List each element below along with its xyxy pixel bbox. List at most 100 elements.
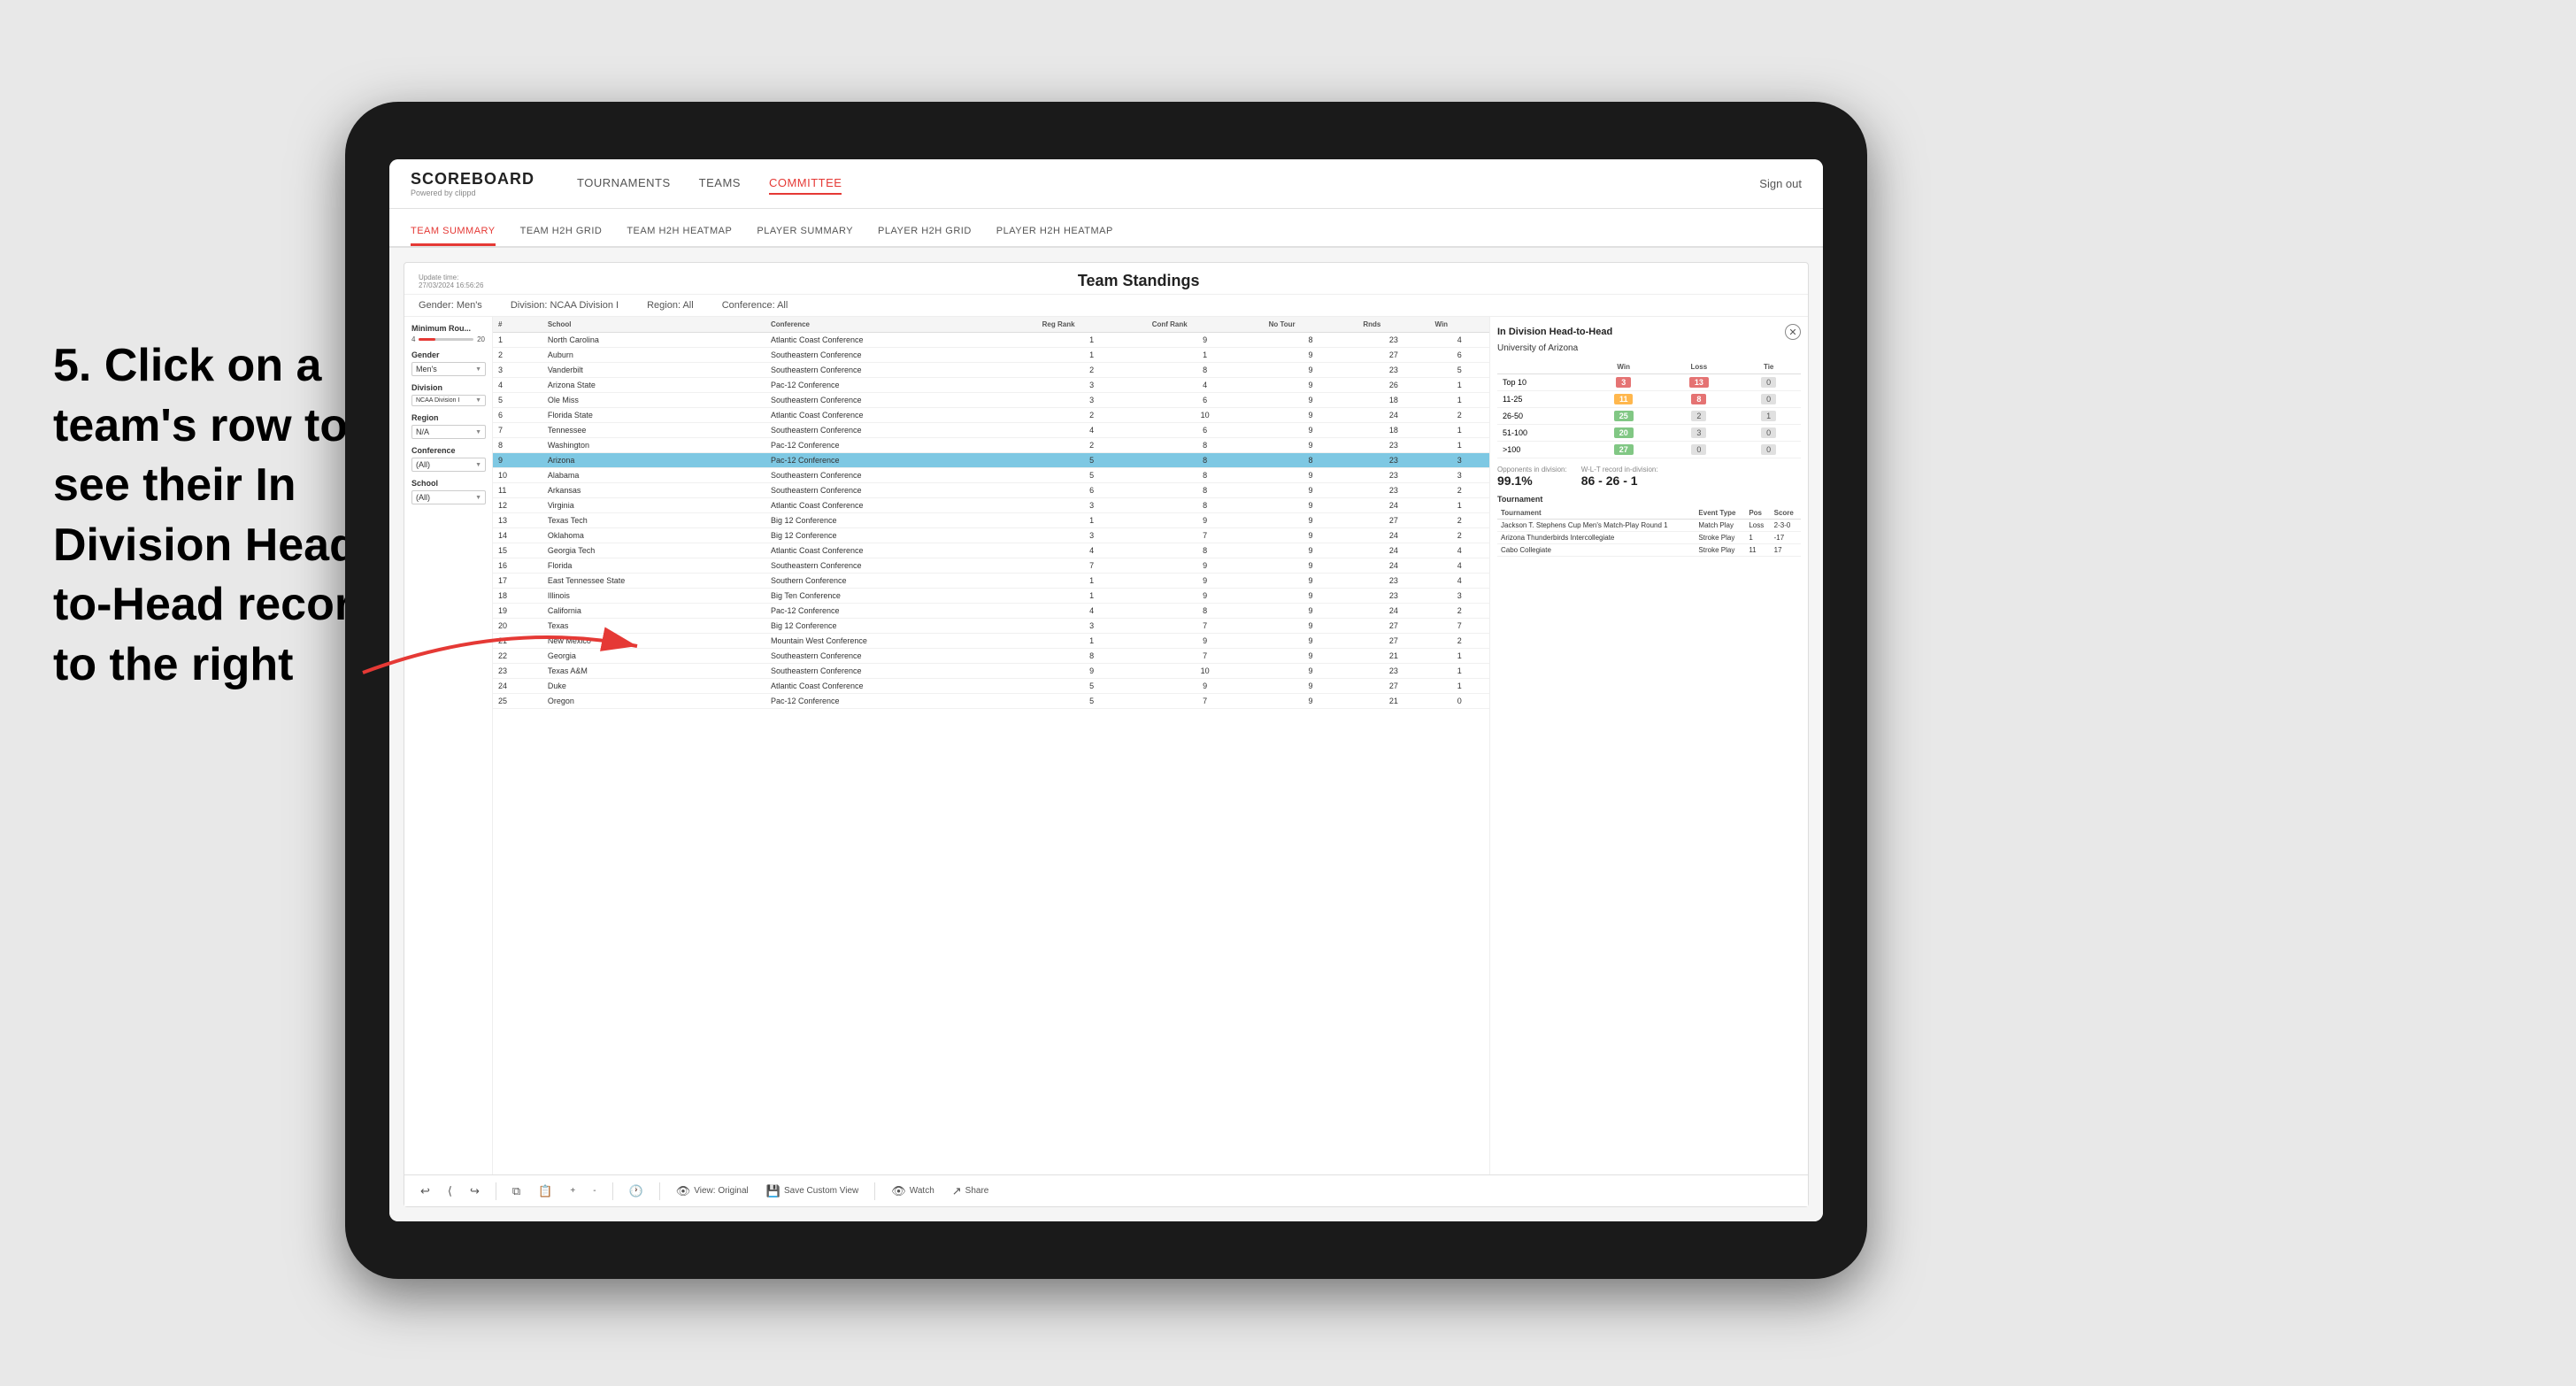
nav-item-tournaments[interactable]: TOURNAMENTS: [577, 173, 671, 195]
bottom-toolbar: ↩ ⟨ ↪ ⧉ 📋: [404, 1174, 1808, 1206]
panel-body: Minimum Rou... 4 20 Gender Men: [404, 317, 1808, 1174]
table-row[interactable]: 5 Ole Miss Southeastern Conference 3 6 9…: [493, 393, 1489, 408]
watch-button[interactable]: 👁 Watch: [886, 1182, 939, 1201]
clock-button[interactable]: 🕐: [624, 1182, 649, 1201]
step-back-icon: ⟨: [448, 1184, 452, 1198]
gender-filter[interactable]: Gender Men's ▼: [411, 350, 485, 376]
nav-items: TOURNAMENTS TEAMS COMMITTEE: [577, 173, 1731, 195]
sidebar-filters: Minimum Rou... 4 20 Gender Men: [404, 317, 493, 1174]
paste-button[interactable]: 📋: [533, 1182, 557, 1201]
copy-button[interactable]: ⧉: [507, 1182, 526, 1201]
undo-button[interactable]: ↩: [415, 1182, 435, 1201]
tournament-table: Tournament Event Type Pos Score: [1497, 507, 1801, 557]
table-row[interactable]: 8 Washington Pac-12 Conference 2 8 9 23 …: [493, 438, 1489, 453]
h2h-stats: Opponents in division: 99.1% W-L-T recor…: [1497, 466, 1801, 488]
share-button[interactable]: ↗ Share: [947, 1182, 995, 1201]
sub-nav-player-summary[interactable]: PLAYER SUMMARY: [757, 219, 853, 246]
sub-nav-team-h2h-heatmap[interactable]: TEAM H2H HEATMAP: [627, 219, 732, 246]
main-content: Update time: 27/03/2024 16:56:26 Team St…: [389, 248, 1823, 1221]
step-back-button[interactable]: ⟨: [442, 1182, 458, 1201]
table-row[interactable]: 2 Auburn Southeastern Conference 1 1 9 2…: [493, 348, 1489, 363]
table-area: # School Conference Reg Rank Conf Rank N…: [493, 317, 1489, 1174]
add-button[interactable]: +: [565, 1183, 581, 1198]
h2h-header: In Division Head-to-Head ✕: [1497, 324, 1801, 340]
h2h-close-button[interactable]: ✕: [1785, 324, 1801, 340]
col-win: Win: [1429, 317, 1489, 333]
tournament-row-2: Arizona Thunderbirds Intercollegiate Str…: [1497, 532, 1801, 544]
table-row[interactable]: 18 Illinois Big Ten Conference 1 9 9 23 …: [493, 589, 1489, 604]
tournament-row-1: Jackson T. Stephens Cup Men's Match-Play…: [1497, 520, 1801, 532]
sub-nav: TEAM SUMMARY TEAM H2H GRID TEAM H2H HEAT…: [389, 209, 1823, 248]
update-time-label: Update time: 27/03/2024 16:56:26: [419, 273, 483, 289]
table-row[interactable]: 9 Arizona Pac-12 Conference 5 8 8 23 3: [493, 453, 1489, 468]
table-row[interactable]: 17 East Tennessee State Southern Confere…: [493, 574, 1489, 589]
table-row[interactable]: 7 Tennessee Southeastern Conference 4 6 …: [493, 423, 1489, 438]
h2h-row-top10: Top 10 3 13 0: [1497, 374, 1801, 391]
table-row[interactable]: 10 Alabama Southeastern Conference 5 8 9…: [493, 468, 1489, 483]
table-row[interactable]: 11 Arkansas Southeastern Conference 6 8 …: [493, 483, 1489, 498]
sign-out-button[interactable]: Sign out: [1759, 177, 1802, 190]
school-filter[interactable]: School (All) ▼: [411, 479, 485, 504]
table-row[interactable]: 1 North Carolina Atlantic Coast Conferen…: [493, 333, 1489, 348]
h2h-title: In Division Head-to-Head: [1497, 327, 1612, 337]
table-row[interactable]: 15 Georgia Tech Atlantic Coast Conferenc…: [493, 543, 1489, 558]
save-custom-view-button[interactable]: 💾 Save Custom View: [761, 1182, 864, 1201]
share-icon: ↗: [952, 1184, 962, 1198]
opponents-label: Opponents in division:: [1497, 466, 1567, 474]
sub-nav-player-h2h-heatmap[interactable]: PLAYER H2H HEATMAP: [996, 219, 1113, 246]
table-row[interactable]: 25 Oregon Pac-12 Conference 5 7 9 21 0: [493, 694, 1489, 709]
panel-header: Update time: 27/03/2024 16:56:26 Team St…: [404, 263, 1808, 295]
h2h-table: Win Loss Tie Top 10 3 13: [1497, 360, 1801, 458]
wlt-value: 86 - 26 - 1: [1581, 474, 1658, 488]
save-icon: 💾: [766, 1184, 780, 1198]
watch-icon: 👁: [891, 1184, 906, 1198]
table-row[interactable]: 13 Texas Tech Big 12 Conference 1 9 9 27…: [493, 513, 1489, 528]
h2h-row-gt100: >100 27 0 0: [1497, 442, 1801, 458]
clock-icon: 🕐: [629, 1184, 643, 1198]
h2h-panel: In Division Head-to-Head ✕ University of…: [1489, 317, 1808, 1174]
division-filter[interactable]: Division NCAA Division I ▼: [411, 383, 485, 406]
scene: 5. Click on a team's row to see their In…: [0, 0, 2576, 1386]
sub-nav-player-h2h-grid[interactable]: PLAYER H2H GRID: [878, 219, 972, 246]
filter-region: Region: All: [647, 300, 694, 311]
redo-icon: ↪: [470, 1184, 480, 1198]
col-rank: #: [493, 317, 542, 333]
h2h-row-26-50: 26-50 25 2 1: [1497, 408, 1801, 425]
col-reg-rank: Reg Rank: [1037, 317, 1147, 333]
table-row[interactable]: 14 Oklahoma Big 12 Conference 3 7 9 24 2: [493, 528, 1489, 543]
table-row[interactable]: 3 Vanderbilt Southeastern Conference 2 8…: [493, 363, 1489, 378]
panel-filters: Gender: Men's Division: NCAA Division I …: [404, 295, 1808, 317]
separator-2: [612, 1182, 613, 1200]
table-row[interactable]: 4 Arizona State Pac-12 Conference 3 4 9 …: [493, 378, 1489, 393]
table-row[interactable]: 16 Florida Southeastern Conference 7 9 9…: [493, 558, 1489, 574]
sub-nav-team-h2h-grid[interactable]: TEAM H2H GRID: [520, 219, 603, 246]
minus-button[interactable]: -: [588, 1183, 601, 1198]
undo-icon: ↩: [420, 1184, 430, 1198]
annotation-text: 5. Click on a team's row to see their In…: [53, 336, 389, 696]
sub-nav-team-summary[interactable]: TEAM SUMMARY: [411, 219, 496, 246]
table-row[interactable]: 12 Virginia Atlantic Coast Conference 3 …: [493, 498, 1489, 513]
col-pos: Pos: [1745, 507, 1770, 520]
redo-button[interactable]: ↪: [465, 1182, 485, 1201]
view-original-button[interactable]: 👁 View: Original: [671, 1182, 754, 1201]
tournaments-label: Tournament: [1497, 495, 1801, 504]
conference-filter[interactable]: Conference (All) ▼: [411, 446, 485, 472]
col-score: Score: [1771, 507, 1801, 520]
region-filter[interactable]: Region N/A ▼: [411, 413, 485, 439]
table-row[interactable]: 6 Florida State Atlantic Coast Conferenc…: [493, 408, 1489, 423]
col-school: School: [542, 317, 765, 333]
arrow-container: [345, 602, 655, 690]
nav-item-committee[interactable]: COMMITTEE: [769, 173, 842, 195]
opponents-value: 99.1%: [1497, 474, 1567, 488]
col-tournament: Tournament: [1497, 507, 1695, 520]
panel-title: Team Standings: [1078, 272, 1200, 290]
wlt-label: W-L-T record in-division:: [1581, 466, 1658, 474]
nav-item-teams[interactable]: TEAMS: [699, 173, 741, 195]
col-rnds: Rnds: [1357, 317, 1429, 333]
tournament-row-3: Cabo Collegiate Stroke Play 11 17: [1497, 544, 1801, 557]
min-rounds-filter: Minimum Rou... 4 20: [411, 324, 485, 343]
eye-icon: 👁: [676, 1184, 691, 1198]
separator-4: [874, 1182, 875, 1200]
logo-sub: Powered by clippd: [411, 189, 534, 197]
tournaments-section: Tournament Tournament Event Type Pos Sco…: [1497, 495, 1801, 557]
